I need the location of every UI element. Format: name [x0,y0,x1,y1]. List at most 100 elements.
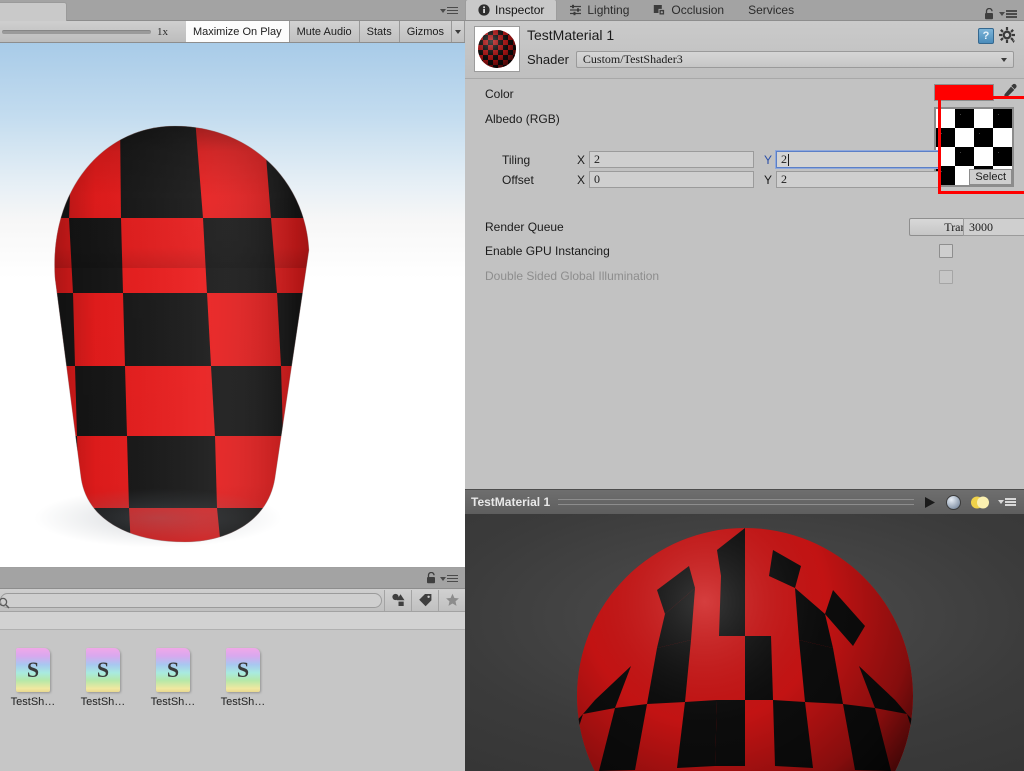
game-panel-menu-button[interactable] [440,5,460,16]
list-item[interactable]: S TestSh… [6,648,60,771]
list-item[interactable]: S TestSh… [146,648,200,771]
search-input[interactable] [0,592,382,608]
game-viewport[interactable] [0,43,465,567]
albedo-texture-slot[interactable]: Select [934,107,1014,187]
double-sided-gi-label: Double Sided Global Illumination [485,269,660,283]
shader-asset-icon: S [86,648,120,692]
eyedropper-icon[interactable] [1001,83,1019,101]
chevron-down-icon [440,8,446,13]
preview-title: TestMaterial 1 [471,495,551,509]
list-item[interactable]: S TestSh… [216,648,270,771]
chevron-down-icon [455,29,461,34]
material-preview-viewport[interactable] [465,514,1024,771]
offset-x-axis-label: X [577,172,586,187]
tiling-x-input[interactable]: 2 [589,151,754,168]
unity-editor-window: 1x Maximize On Play Mute Audio Stats Giz… [0,0,1024,771]
favorite-filter-button[interactable] [438,589,465,611]
tab-lighting[interactable]: Lighting [557,0,641,20]
left-column: 1x Maximize On Play Mute Audio Stats Giz… [0,0,465,771]
offset-x-value: 0 [594,172,600,186]
game-tab[interactable] [0,2,67,22]
offset-x-input[interactable]: 0 [589,171,754,188]
tiling-row: Tiling X 2 Y 2 [502,150,940,169]
gizmos-dropdown-button[interactable] [452,21,465,42]
offset-y-input[interactable]: 2 [776,171,939,188]
preview-menu-button[interactable] [998,497,1018,508]
albedo-label: Albedo (RGB) [485,112,560,126]
scale-slider[interactable]: 1x [0,21,186,42]
play-button[interactable] [922,495,937,510]
render-queue-row: Render Queue Transparent 3000 [485,218,1024,236]
maximize-on-play-button[interactable]: Maximize On Play [185,21,290,42]
tab-inspector-label: Inspector [495,3,545,17]
sliders-icon [570,4,582,15]
tiling-y-value: 2 [781,152,787,166]
breadcrumb [0,612,465,630]
shader-dropdown[interactable]: Custom/TestShader3 [575,51,1014,68]
checkered-sphere-render [577,528,913,771]
mute-audio-button[interactable]: Mute Audio [289,21,360,42]
material-thumbnail [474,26,520,72]
preview-drag-rail[interactable] [558,499,914,505]
hamburger-icon [1006,10,1017,18]
list-item-label: TestSh… [80,696,126,708]
gpu-instancing-checkbox[interactable] [939,244,953,258]
double-sided-gi-checkbox [939,270,953,284]
gpu-instancing-label: Enable GPU Instancing [485,244,610,258]
albedo-property-row: Albedo (RGB) [485,112,560,126]
hamburger-icon [447,6,458,15]
stats-button[interactable]: Stats [359,21,400,42]
asset-type-filter-icon [391,593,404,606]
play-icon [925,496,935,508]
tab-services[interactable]: Services [736,0,806,20]
text-cursor [788,153,789,166]
offset-row: Offset X 0 Y 2 [502,171,939,188]
list-item-label: TestSh… [220,696,266,708]
help-button[interactable]: ? [978,28,994,44]
shader-dropdown-value: Custom/TestShader3 [582,52,683,66]
star-icon [445,593,459,606]
lighting-icon [971,496,989,508]
lock-icon[interactable] [426,572,437,584]
list-item-label: TestSh… [10,696,56,708]
texture-select-button[interactable]: Select [969,169,1012,185]
search-icon [0,597,10,608]
hamburger-icon [447,574,458,583]
project-panel: S TestSh… S TestSh… S TestSh… S TestSh… [0,568,465,771]
scale-slider-track[interactable] [2,29,151,34]
occlusion-icon [654,4,666,15]
search-field[interactable] [17,593,375,607]
tiling-y-input[interactable]: 2 [775,150,940,169]
hamburger-icon [1005,498,1016,506]
material-preview-sphere-icon [478,30,516,68]
sphere-mesh-button[interactable] [945,494,962,511]
color-swatch[interactable] [934,84,994,101]
lighting-toggle-button[interactable] [970,495,990,510]
list-item[interactable]: S TestSh… [76,648,130,771]
tag-icon [418,594,431,607]
project-asset-grid[interactable]: S TestSh… S TestSh… S TestSh… S TestSh… [0,630,465,771]
info-icon [478,4,490,16]
project-toolbar [0,589,465,612]
asset-type-filter-button[interactable] [384,589,411,611]
project-panel-menu-button[interactable] [440,573,460,584]
tab-inspector[interactable]: Inspector [465,0,558,20]
shader-asset-icon: S [156,648,190,692]
checkered-capsule-object [25,118,345,548]
gear-icon[interactable] [999,27,1016,44]
inspector-menu-button[interactable] [999,9,1019,20]
project-tab-strip [0,568,465,589]
lock-icon[interactable] [984,8,995,20]
gizmos-button[interactable]: Gizmos [399,21,452,42]
material-properties: Color Albedo (RGB) Select Tiling X 2 Y 2… [465,79,1024,484]
game-view-toolbar: 1x Maximize On Play Mute Audio Stats Giz… [0,21,465,43]
render-queue-value: 3000 [969,219,993,234]
offset-y-value: 2 [781,172,787,186]
label-filter-button[interactable] [411,589,438,611]
render-queue-value-input[interactable]: 3000 [963,218,1024,236]
tiling-label: Tiling [502,152,531,167]
tab-occlusion[interactable]: Occlusion [641,0,736,20]
capsule-shadow [33,488,283,548]
sphere-icon [946,494,961,510]
inspector-tab-strip: Inspector Lighting Occlusion Services [465,0,1024,21]
